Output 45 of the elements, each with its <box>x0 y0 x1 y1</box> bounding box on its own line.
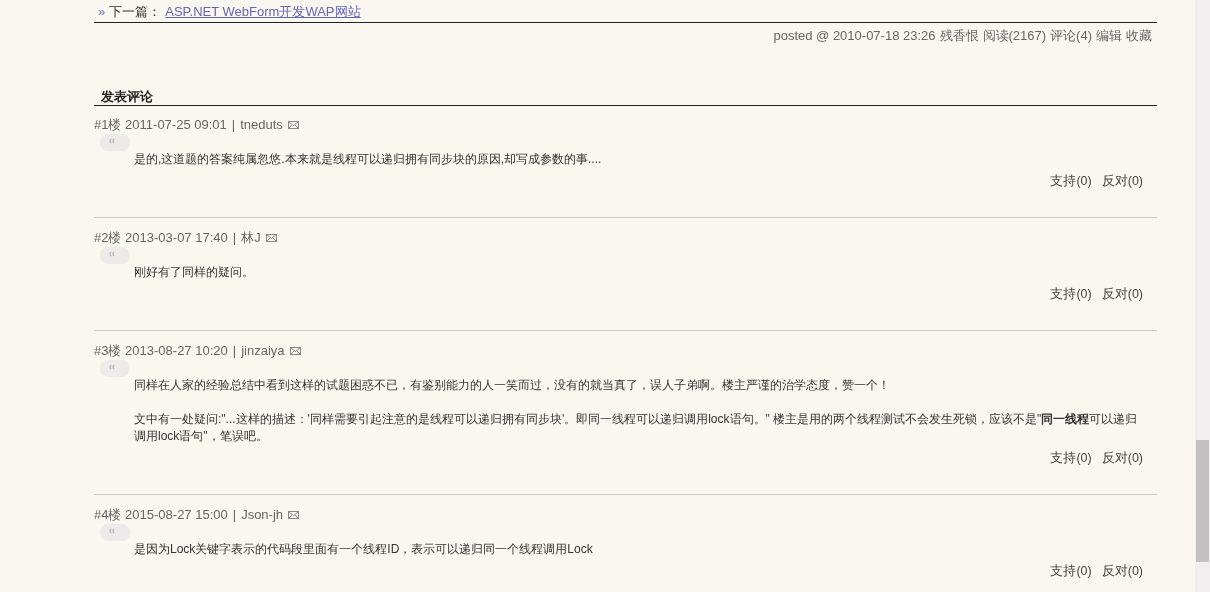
comment-text: 是因为Lock关键字表示的代码段里面有一个线程ID，表示可以递归同一个线程调用Lock <box>134 541 594 558</box>
scrollbar-thumb[interactable] <box>1196 440 1209 562</box>
oppose-link[interactable]: 反对(0) <box>1101 173 1143 189</box>
quote-icon <box>100 524 130 541</box>
comment-text: 同样在人家的经验总结中看到这样的试题困惑不已，有鉴别能力的人一笑而过，没有的就当真了，误人子弟啊。楼主严谨的治学态度，赞一个！ <box>134 377 891 394</box>
support-link[interactable]: 支持(0) <box>1050 286 1092 302</box>
comment-author-link[interactable]: tneduts <box>240 116 283 134</box>
comment-text: 刚好有了同样的疑问。 <box>134 264 255 281</box>
comment-floor-date: #3楼 2013-08-27 10:20 <box>94 342 228 360</box>
comment-floor-date: #1楼 2011-07-25 09:01 <box>94 116 227 134</box>
mail-icon[interactable] <box>287 121 299 129</box>
comment-text: 是的,这道题的答案纯属忽悠.本来就是线程可以递归拥有同步块的原因,却写成参数的事.... <box>134 151 603 168</box>
scrollbar[interactable] <box>1195 0 1210 592</box>
author-link[interactable]: 残香恨 <box>939 28 979 48</box>
quote-icon <box>100 134 130 151</box>
oppose-link[interactable]: 反对(0) <box>1101 286 1143 302</box>
posted-date: posted @ 2010-07-18 23:26 <box>773 28 936 45</box>
support-link[interactable]: 支持(0) <box>1050 563 1092 579</box>
separator-mark: | <box>231 116 236 134</box>
support-link[interactable]: 支持(0) <box>1050 173 1092 189</box>
separator-mark: | <box>232 342 237 360</box>
support-link[interactable]: 支持(0) <box>1050 450 1092 466</box>
separator-mark: | <box>232 229 237 247</box>
mail-icon[interactable] <box>288 511 300 519</box>
favorite-link[interactable]: 收藏 <box>1126 28 1152 48</box>
comment-author-link[interactable]: 林J <box>241 229 261 247</box>
oppose-link[interactable]: 反对(0) <box>1101 563 1143 579</box>
next-post-label: 下一篇： <box>109 4 162 20</box>
comment-floor-date: #4楼 2015-08-27 15:00 <box>94 506 228 524</box>
section-heading: 发表评论 <box>100 89 154 105</box>
mail-icon[interactable] <box>289 347 301 355</box>
comment-text: 文中有一处疑问:"...这样的描述：'同样需要引起注意的是线程可以递归拥有同步块'。即同一线程可以递归调用lock语句。" 楼主是用的两个线程测试不会发生死锁，应该不是"同一线程可以递归调用lock语句"，笔误吧。 <box>134 411 1139 445</box>
edit-link[interactable]: 编辑 <box>1096 28 1122 48</box>
bullet-mark: » <box>98 4 106 20</box>
oppose-link[interactable]: 反对(0) <box>1101 450 1143 466</box>
comment-count: 评论(4) <box>1050 28 1092 45</box>
comment-floor-date: #2楼 2013-03-07 17:40 <box>94 229 228 247</box>
separator-mark: | <box>232 506 237 524</box>
quote-icon <box>100 247 130 264</box>
read-count: 阅读(2167) <box>982 28 1047 45</box>
comment-author-link[interactable]: jinzaiya <box>241 342 285 360</box>
next-post-link[interactable]: ASP.NET WebForm开发WAP网站 <box>165 4 361 20</box>
mail-icon[interactable] <box>265 234 277 242</box>
comment-author-link[interactable]: Json-jh <box>241 506 284 524</box>
quote-icon <box>100 360 130 377</box>
